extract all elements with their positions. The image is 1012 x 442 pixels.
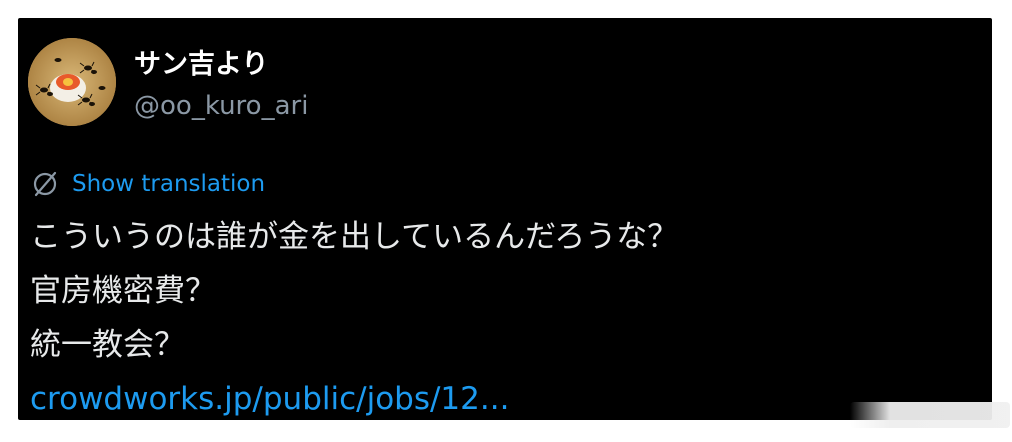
avatar[interactable] [28,38,116,126]
user-names: サン吉より @oo_kuro_ari [134,38,308,122]
tweet-line-2: 官房機密費？ [30,273,216,309]
tweet-link[interactable]: crowdworks.jp/public/jobs/12... [30,372,980,420]
avatar-image [28,38,116,126]
display-name[interactable]: サン吉より [134,48,308,82]
show-translation-label[interactable]: Show translation [72,169,265,199]
show-translation-button[interactable]: Show translation [30,169,265,199]
tweet-line-3: 統一教会？ [30,327,185,363]
tweet-text: こういうのは誰が金を出しているんだろうな？ 官房機密費？ 統一教会？ crowd… [30,210,980,420]
tweet-line-1: こういうのは誰が金を出しているんだろうな？ [30,219,679,255]
watermark-overlay [850,402,1010,428]
user-handle[interactable]: @oo_kuro_ari [134,90,308,122]
tweet-header: サン吉より @oo_kuro_ari [28,38,308,128]
tweet-card: サン吉より @oo_kuro_ari Show translation こういう… [18,18,992,420]
globe-slash-icon [33,171,57,197]
